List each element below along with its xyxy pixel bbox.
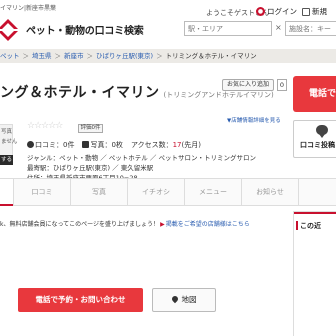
header-tagline: イマリン|新座市黒葉 — [0, 5, 57, 12]
breadcrumb-item[interactable]: 新座市 — [64, 52, 84, 60]
access-stat: アクセス数：17(先月) — [130, 141, 201, 149]
breadcrumb-item[interactable]: ひばりヶ丘駅(東京) — [96, 52, 153, 60]
tab-news[interactable]: お知らせ — [241, 179, 298, 206]
camera-icon — [82, 141, 90, 148]
tab-photos[interactable]: 写真 — [70, 179, 127, 206]
photo-post-button[interactable]: する — [0, 155, 13, 165]
shop-station: 最寄駅：ひばりヶ丘駅(東京) ／ 東久留米駅 — [27, 164, 154, 172]
map-button-label: 地図 — [181, 295, 197, 304]
new-register-link[interactable]: 新規 — [302, 6, 327, 17]
register-icon — [302, 7, 310, 16]
breadcrumb-item[interactable]: 埼玉県 — [32, 52, 52, 60]
login-label: ログイン — [267, 7, 297, 16]
search-separator: × — [275, 23, 282, 32]
call-button[interactable]: 電話で — [293, 76, 336, 112]
post-review-button[interactable]: 口コミ投稿 — [293, 120, 336, 158]
post-review-label: 口コミ投稿 — [300, 141, 335, 149]
site-logo-icon[interactable] — [0, 15, 22, 43]
search-area-input[interactable] — [184, 21, 272, 36]
tab-more[interactable] — [298, 179, 336, 206]
breadcrumb: ペット＞埼玉県＞新座市＞ひばりヶ丘駅(東京) ＞トリミング＆ホテル・イマリン — [0, 49, 336, 63]
shop-name: ング＆ホテル・イマリン — [0, 85, 160, 101]
owner-register-link[interactable]: 掲載をご希望の店舗様はこちら — [166, 221, 250, 228]
search-keyword-input[interactable] — [285, 21, 336, 36]
owner-notice: k、無料店舗会員になってこのページを盛り上げましょう！▶掲載をご希望の店舗様はこ… — [0, 221, 250, 228]
shop-genre: ジャンル：ペット・動物 ／ ペットホテル ／ ペットサロン・トリミングサロン — [27, 154, 256, 162]
tab-menu[interactable]: メニュー — [184, 179, 241, 206]
tab-reviews[interactable]: 口コミ — [13, 179, 70, 206]
map-pin-icon — [170, 294, 179, 304]
login-link[interactable]: ● ログイン — [256, 6, 297, 17]
call-reserve-button[interactable]: 電話で予約・お問い合わせ — [18, 288, 143, 312]
new-register-label: 新規 — [312, 7, 327, 16]
page: イマリン|新座市黒葉 ペット・動物の口コミ検索 ようこそゲストさん ● ログイン… — [0, 0, 336, 336]
map-button[interactable]: 地図 — [152, 288, 216, 312]
photo-stat[interactable]: 写真：0枚 — [82, 140, 123, 150]
review-stat[interactable]: 口コミ：0件 — [27, 140, 74, 150]
photo-placeholder-text: 写真 — [1, 129, 13, 135]
speech-bubble-icon — [27, 141, 34, 148]
speech-bubble-icon — [316, 125, 328, 138]
tab-top[interactable] — [0, 179, 13, 206]
tab-recommend[interactable]: イチオシ — [127, 179, 184, 206]
add-favorite-button[interactable]: お気に入り追加 — [222, 79, 274, 91]
header: イマリン|新座市黒葉 ペット・動物の口コミ検索 ようこそゲストさん ● ログイン… — [0, 0, 336, 52]
nearby-panel: この近 — [293, 211, 336, 336]
rating-stars: ☆☆☆☆☆ — [27, 121, 63, 131]
breadcrumb-item[interactable]: ペット — [0, 52, 20, 60]
login-icon: ● — [256, 7, 265, 16]
nearby-panel-title: この近 — [300, 222, 321, 230]
site-name[interactable]: ペット・動物の口コミ検索 — [26, 22, 144, 37]
shop-detail-link[interactable]: ▼店舗情報詳細を見る — [227, 116, 281, 124]
shop-tabs: 口コミ 写真 イチオシ メニュー お知らせ — [0, 178, 336, 206]
favorite-count: 0 — [277, 79, 287, 91]
shop-name-kana: (トリミングアンドホテルイマリン) — [163, 91, 274, 99]
evaluation-count-badge: 評価0件 — [78, 124, 103, 133]
photo-placeholder-text: ません — [1, 139, 18, 145]
shop-stats: 口コミ：0件 写真：0枚 アクセス数：17(先月) — [27, 140, 201, 150]
breadcrumb-current: トリミング＆ホテル・イマリン — [165, 52, 257, 60]
